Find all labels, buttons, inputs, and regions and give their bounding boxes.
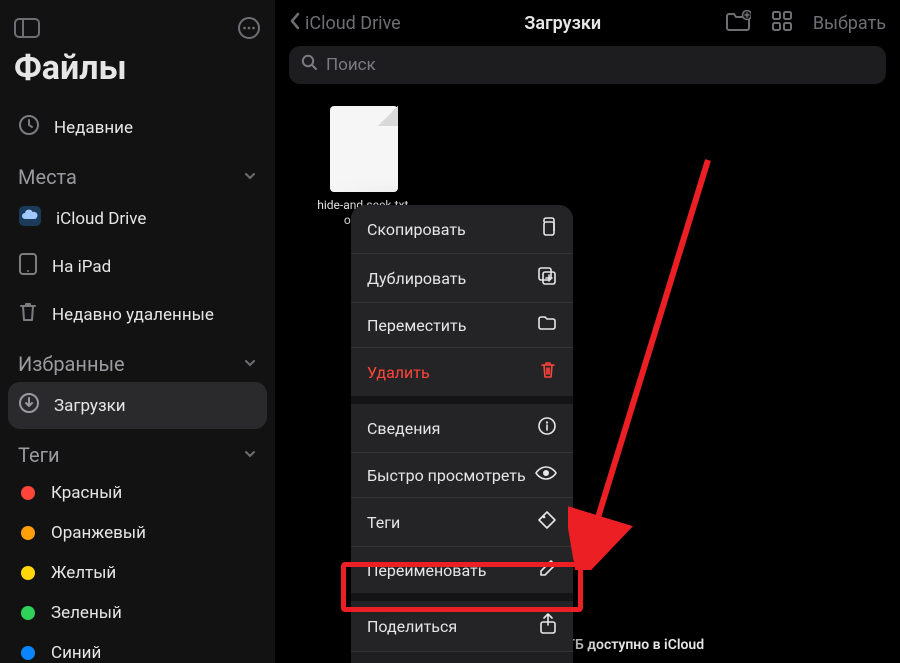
sidebar-item-tag[interactable]: Оранжевый bbox=[8, 513, 267, 553]
search-placeholder: Поиск bbox=[326, 55, 376, 75]
ctx-label: Поделиться bbox=[367, 617, 457, 636]
ctx-label: Скопировать bbox=[367, 220, 466, 239]
sidebar-item-icloud[interactable]: iCloud Drive bbox=[8, 195, 267, 242]
sidebar-item-label: iCloud Drive bbox=[56, 209, 146, 229]
ipad-icon bbox=[18, 252, 38, 281]
ctx-delete[interactable]: Удалить bbox=[351, 347, 573, 396]
new-folder-icon[interactable] bbox=[725, 10, 751, 36]
ctx-move[interactable]: Переместить bbox=[351, 302, 573, 347]
view-mode-icon[interactable] bbox=[771, 10, 793, 36]
chevron-left-icon bbox=[289, 12, 301, 35]
sidebar-section-favorites[interactable]: Избранные bbox=[8, 338, 267, 382]
context-menu: Скопировать Дублировать Переместить Удал… bbox=[351, 205, 573, 663]
ctx-duplicate[interactable]: Дублировать bbox=[351, 253, 573, 302]
sidebar-item-label: Недавно удаленные bbox=[52, 305, 214, 325]
tag-color-dot bbox=[21, 526, 35, 540]
ctx-label: Переместить bbox=[367, 316, 466, 335]
sidebar-item-trash[interactable]: Недавно удаленные bbox=[8, 291, 267, 338]
download-icon bbox=[18, 392, 40, 419]
ctx-compress[interactable]: Сжать bbox=[351, 651, 573, 663]
sidebar-item-label: Желтый bbox=[51, 563, 116, 583]
clock-icon bbox=[18, 114, 40, 141]
section-title: Теги bbox=[18, 443, 60, 467]
trash-icon bbox=[18, 301, 38, 328]
section-title: Избранные bbox=[18, 352, 125, 376]
sidebar-item-tag[interactable]: Желтый bbox=[8, 553, 267, 593]
back-label: iCloud Drive bbox=[305, 13, 401, 34]
sidebar-item-label: Синий bbox=[51, 643, 101, 663]
icloud-icon bbox=[18, 205, 42, 232]
share-icon bbox=[539, 613, 557, 639]
select-button[interactable]: Выбрать bbox=[813, 13, 886, 34]
sidebar-item-tag[interactable]: Красный bbox=[8, 473, 267, 513]
tag-icon bbox=[537, 510, 557, 534]
sidebar-item-downloads[interactable]: Загрузки bbox=[8, 382, 267, 429]
ctx-share[interactable]: Поделиться bbox=[351, 601, 573, 651]
folder-icon bbox=[537, 315, 557, 335]
sidebar-toggle-icon[interactable] bbox=[14, 18, 40, 38]
chevron-down-icon bbox=[243, 446, 257, 465]
sidebar-item-label: Загрузки bbox=[54, 396, 126, 416]
tag-color-dot bbox=[21, 566, 35, 580]
sidebar-section-places[interactable]: Места bbox=[8, 151, 267, 195]
toolbar: iCloud Drive Загрузки Выбрать bbox=[275, 0, 900, 38]
file-icon bbox=[330, 106, 398, 192]
ctx-copy[interactable]: Скопировать bbox=[351, 205, 573, 253]
sidebar-item-label: Красный bbox=[51, 483, 122, 503]
duplicate-icon bbox=[537, 266, 557, 290]
ctx-label: Теги bbox=[367, 513, 400, 532]
sidebar-item-label: Оранжевый bbox=[51, 523, 146, 543]
pencil-icon bbox=[539, 559, 557, 581]
tag-color-dot bbox=[21, 606, 35, 620]
tag-color-dot bbox=[21, 646, 35, 660]
sidebar-item-label: Зеленый bbox=[51, 603, 122, 623]
info-icon bbox=[537, 416, 557, 440]
sidebar-item-tag[interactable]: Синий bbox=[8, 633, 267, 663]
eye-icon bbox=[535, 465, 557, 485]
sidebar-item-tag[interactable]: Зеленый bbox=[8, 593, 267, 633]
ctx-label: Дублировать bbox=[367, 269, 466, 288]
ctx-tags[interactable]: Теги bbox=[351, 497, 573, 546]
trash-icon bbox=[539, 360, 557, 384]
search-icon bbox=[301, 54, 318, 76]
ctx-label: Удалить bbox=[367, 363, 430, 382]
tag-color-dot bbox=[21, 486, 35, 500]
sidebar: Файлы Недавние Места iCloud Drive На iPa… bbox=[0, 0, 275, 663]
page-title: Загрузки bbox=[409, 13, 717, 34]
sidebar-item-label: Недавние bbox=[54, 118, 133, 138]
sidebar-item-recent[interactable]: Недавние bbox=[8, 104, 267, 151]
ctx-info[interactable]: Сведения bbox=[351, 404, 573, 452]
ctx-label: Быстро просмотреть bbox=[367, 466, 526, 485]
section-title: Места bbox=[18, 165, 77, 189]
sidebar-item-label: На iPad bbox=[52, 257, 111, 277]
more-icon[interactable] bbox=[237, 16, 261, 40]
app-title: Файлы bbox=[8, 44, 267, 104]
back-button[interactable]: iCloud Drive bbox=[289, 12, 401, 35]
chevron-down-icon bbox=[243, 355, 257, 374]
ctx-label: Переименовать bbox=[367, 561, 486, 580]
ctx-rename[interactable]: Переименовать bbox=[351, 546, 573, 593]
chevron-down-icon bbox=[243, 168, 257, 187]
search-input[interactable]: Поиск bbox=[289, 46, 886, 84]
sidebar-section-tags[interactable]: Теги bbox=[8, 429, 267, 473]
ctx-quicklook[interactable]: Быстро просмотреть bbox=[351, 452, 573, 497]
copy-icon bbox=[539, 217, 557, 241]
sidebar-item-ipad[interactable]: На iPad bbox=[8, 242, 267, 291]
ctx-label: Сведения bbox=[367, 419, 440, 438]
